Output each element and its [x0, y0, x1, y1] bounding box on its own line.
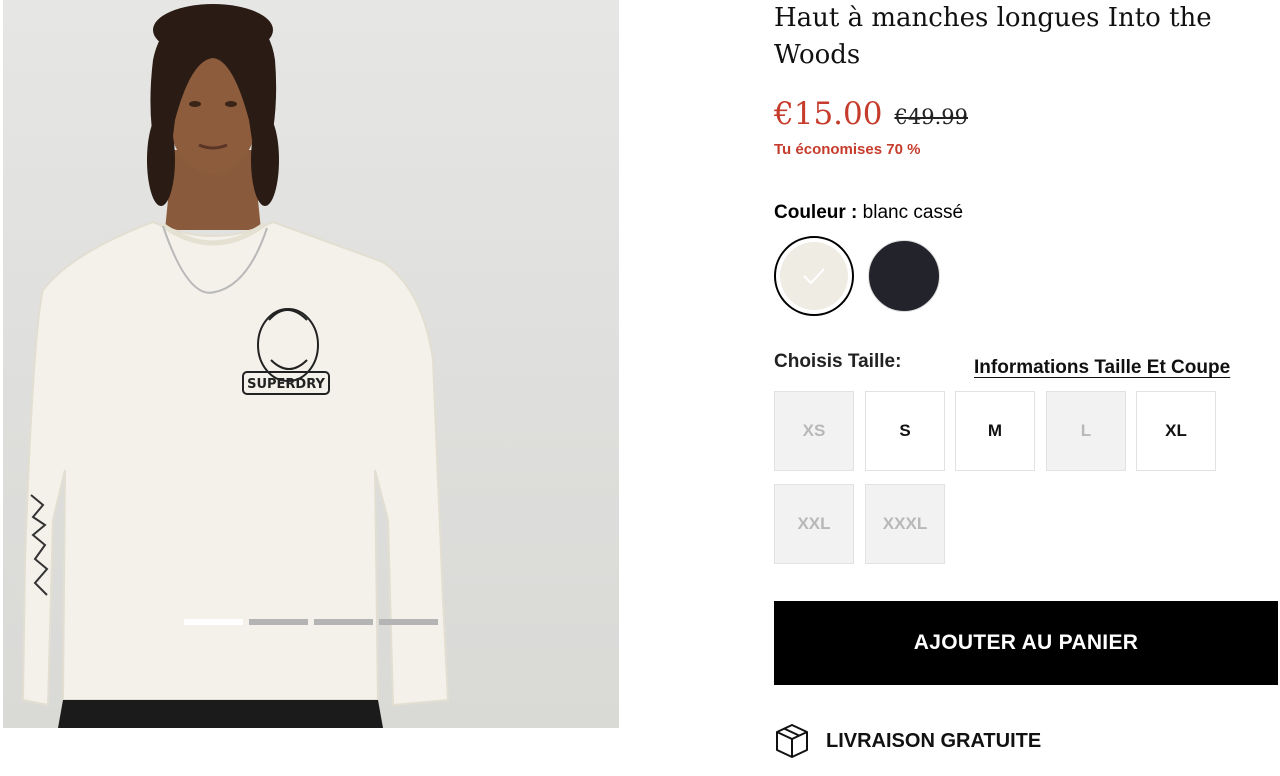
colour-value: blanc cassé — [862, 202, 964, 223]
product-title: Haut à manches longues Into the Woods — [774, 3, 1212, 70]
add-to-cart-button[interactable]: AJOUTER AU PANIER — [774, 601, 1278, 685]
sale-price: €15.00 — [774, 96, 883, 132]
size-label: Choisis Taille: — [774, 351, 902, 372]
product-image[interactable]: SUPERDRY — [3, 0, 619, 728]
gallery-dot-2[interactable] — [249, 619, 308, 625]
free-shipping-text: LIVRAISON GRATUITE — [826, 729, 1042, 752]
size-xl[interactable]: XL — [1136, 391, 1216, 471]
graphic-print-text: SUPERDRY — [247, 377, 325, 392]
original-price: €49.99 — [894, 105, 968, 129]
size-m-label: M — [987, 421, 1003, 440]
savings-text: Tu économises 70 % — [774, 141, 921, 158]
check-icon — [803, 268, 825, 285]
swatch-black[interactable] — [868, 240, 940, 312]
gallery-pagination — [184, 619, 438, 625]
size-xs-label: XS — [802, 421, 826, 440]
size-xl-label: XL — [1165, 421, 1187, 440]
size-s-label: S — [899, 421, 911, 440]
size-l[interactable]: L — [1046, 391, 1126, 471]
gallery-dot-1[interactable] — [184, 619, 243, 625]
size-xs[interactable]: XS — [774, 391, 854, 471]
gallery-dot-3[interactable] — [314, 619, 373, 625]
size-xxl-label: XXL — [797, 514, 831, 533]
price-block: €15.00 €49.99 — [774, 96, 968, 132]
free-shipping: LIVRAISON GRATUITE — [774, 722, 1041, 760]
size-xxl[interactable]: XXL — [774, 484, 854, 564]
colour-label-key: Couleur : — [774, 202, 858, 223]
size-xxxl[interactable]: XXXL — [865, 484, 945, 564]
size-xxxl-label: XXXL — [882, 514, 928, 533]
gallery-dot-4[interactable] — [379, 619, 438, 625]
colour-label: Couleur : blanc cassé — [774, 202, 963, 224]
size-guide-link[interactable]: Informations Taille Et Coupe — [974, 357, 1230, 379]
swatch-off-white-fill — [780, 242, 848, 310]
size-l-label: L — [1080, 421, 1092, 440]
swatch-off-white[interactable] — [774, 236, 854, 316]
size-s[interactable]: S — [865, 391, 945, 471]
box-icon — [776, 724, 808, 758]
size-m[interactable]: M — [955, 391, 1035, 471]
